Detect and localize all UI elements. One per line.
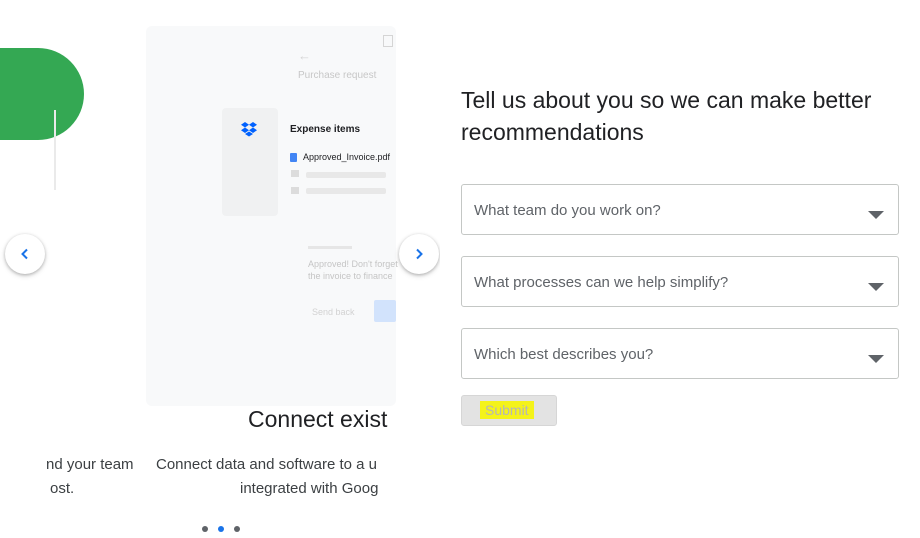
process-select[interactable]: What processes can we help simplify? [461,256,899,307]
role-select-placeholder: Which best describes you? [474,346,654,363]
process-select-placeholder: What processes can we help simplify? [474,274,729,291]
submit-button[interactable]: Submit [461,395,557,426]
chevron-down-icon [868,211,884,219]
slide-heading: Connect exist [248,406,388,432]
carousel-next-button[interactable] [399,234,439,274]
form-title: Tell us about you so we can make better … [461,87,872,145]
carousel-dots [202,526,240,532]
role-select[interactable]: Which best describes you? [461,328,899,379]
team-select[interactable]: What team do you work on? [461,184,899,235]
carousel-dot-active[interactable] [218,526,224,532]
team-select-placeholder: What team do you work on? [474,202,661,219]
prev-slide-text-1: nd your team [46,456,134,473]
submit-label: Submit [480,401,534,419]
chevron-down-icon [868,355,884,363]
carousel-dot[interactable] [202,526,208,532]
carousel: ← Purchase request Expense items Approve… [0,0,440,538]
carousel-dot[interactable] [234,526,240,532]
chevron-down-icon [868,283,884,291]
slide-text-clip: Connect exist nd your team ost. Connect … [0,0,396,538]
slide-text-2: integrated with Goog [240,480,379,497]
slide-text-1: Connect data and software to a u [156,456,377,473]
prev-slide-text-2: ost. [50,480,75,497]
chevron-right-icon [416,248,423,260]
